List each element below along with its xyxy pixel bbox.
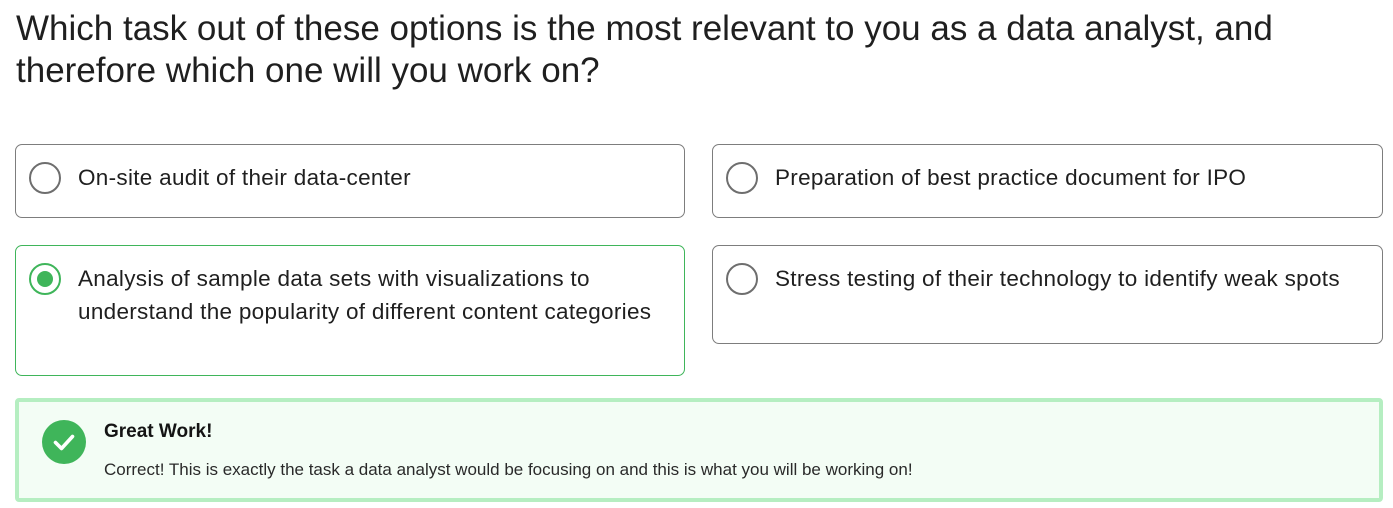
option-label: On-site audit of their data-center	[78, 165, 411, 190]
radio-button-unchecked[interactable]	[726, 162, 758, 194]
question-text: Which task out of these options is the m…	[16, 9, 1273, 90]
radio-button-unchecked[interactable]	[29, 162, 61, 194]
option-onsite-audit[interactable]: On-site audit of their data-center	[15, 144, 685, 218]
option-stress-testing[interactable]: Stress testing of their technology to id…	[712, 245, 1383, 344]
radio-button-unchecked[interactable]	[726, 263, 758, 295]
option-sample-data-analysis[interactable]: Analysis of sample data sets with visual…	[15, 245, 685, 376]
option-label: Analysis of sample data sets with visual…	[78, 266, 652, 324]
feedback-message: Correct! This is exactly the task a data…	[104, 460, 913, 479]
radio-dot-icon	[37, 271, 53, 287]
check-circle-icon	[42, 420, 86, 464]
radio-button-checked[interactable]	[29, 263, 61, 295]
feedback-panel: Great Work! Correct! This is exactly the…	[15, 398, 1383, 502]
option-label: Preparation of best practice document fo…	[775, 165, 1247, 190]
feedback-title: Great Work!	[104, 421, 213, 442]
option-label: Stress testing of their technology to id…	[775, 266, 1340, 291]
option-best-practice-document[interactable]: Preparation of best practice document fo…	[712, 144, 1383, 218]
